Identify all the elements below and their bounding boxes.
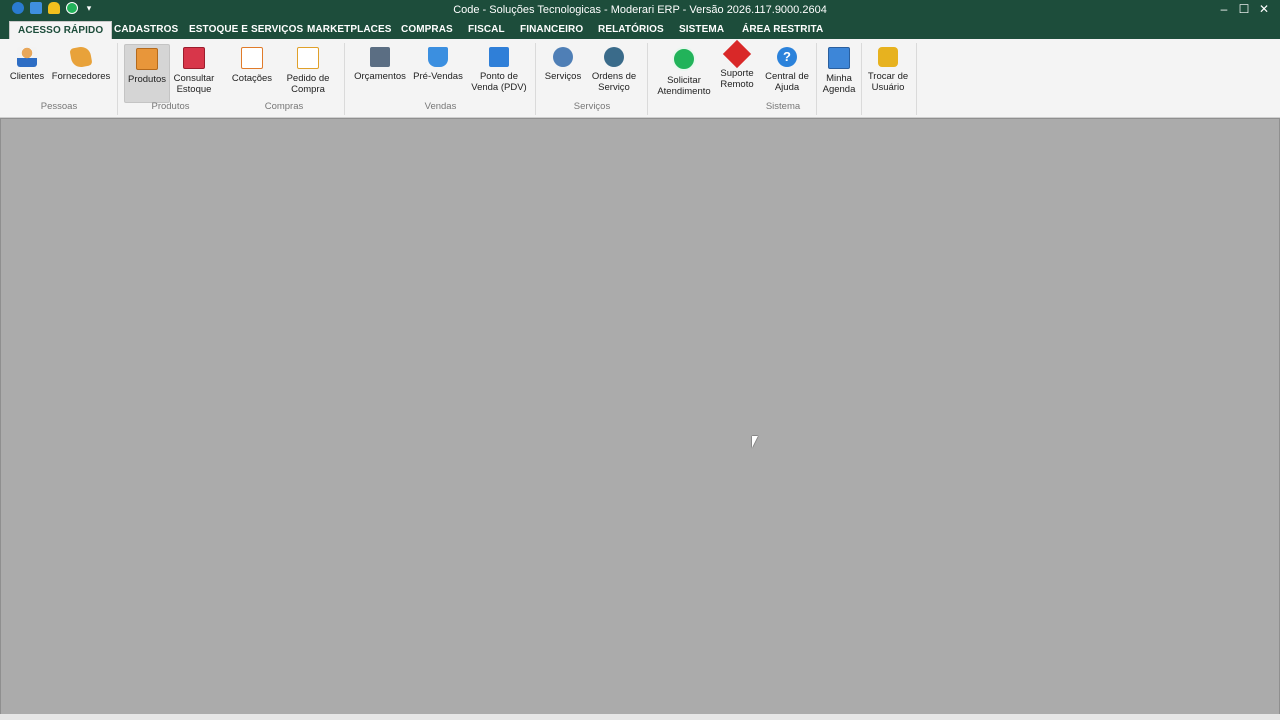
tab-sistema[interactable]: SISTEMA: [671, 21, 732, 39]
group-label-produtos: Produtos: [151, 101, 190, 112]
window-title: Code - Soluções Tecnologicas - Moderari …: [453, 4, 827, 16]
close-button[interactable]: ✕: [1258, 2, 1270, 16]
tab-acesso-rapido[interactable]: ACESSO RÁPIDO: [9, 21, 113, 40]
suporte-remoto-button[interactable]: Suporte Remoto: [716, 39, 758, 98]
tab-fiscal[interactable]: FISCAL: [460, 21, 513, 39]
group-label-pessoas: Pessoas: [40, 101, 78, 112]
maximize-button[interactable]: ☐: [1238, 2, 1250, 16]
mdi-workspace[interactable]: [0, 118, 1280, 716]
fornecedores-button[interactable]: Fornecedores: [50, 44, 112, 101]
produtos-button[interactable]: Produtos: [124, 44, 170, 103]
tab-financeiro[interactable]: FINANCEIRO: [512, 21, 591, 39]
minha-agenda-button[interactable]: Minha Agenda: [820, 44, 858, 101]
consultar-estoque-button[interactable]: Consultar Estoque: [170, 44, 218, 101]
tab-compras[interactable]: COMPRAS: [393, 21, 461, 39]
solicitar-atendimento-button[interactable]: Solicitar Atendimento: [655, 44, 713, 101]
cart-icon: [428, 47, 448, 67]
central-ajuda-button[interactable]: ? Central de Ajuda: [762, 44, 812, 101]
box-icon: [136, 48, 158, 70]
gears-icon: [553, 47, 573, 67]
remote-support-icon: [722, 39, 752, 69]
pedido-compra-button[interactable]: Pedido de Compra: [283, 44, 333, 101]
service-order-icon: [604, 47, 624, 67]
mouse-cursor-icon: [752, 436, 764, 448]
group-label-vendas: Vendas: [424, 101, 457, 112]
group-label-servicos: Serviços: [573, 101, 611, 112]
status-bar: [0, 714, 1280, 720]
whatsapp-icon: [672, 47, 696, 71]
group-label-compras: Compras: [264, 101, 304, 112]
cotacoes-button[interactable]: Cotações: [229, 44, 275, 101]
ribbon-panel: Clientes Fornecedores Pessoas Produtos C…: [0, 39, 1280, 118]
tab-estoque-servicos[interactable]: ESTOQUE E SERVIÇOS: [181, 21, 311, 39]
trocar-usuario-button[interactable]: Trocar de Usuário: [865, 44, 911, 101]
minimize-button[interactable]: –: [1218, 2, 1230, 16]
pdv-button[interactable]: Ponto de Venda (PDV): [470, 44, 528, 101]
title-bar: ▾ Code - Soluções Tecnologicas - Moderar…: [0, 0, 1280, 20]
group-label-sistema: Sistema: [765, 101, 801, 112]
tab-relatorios[interactable]: RELATÓRIOS: [590, 21, 672, 39]
ordens-servico-button[interactable]: Ordens de Serviço: [589, 44, 639, 101]
calendar-icon: [828, 47, 850, 69]
servicos-button[interactable]: Serviços: [543, 44, 583, 101]
orcamentos-button[interactable]: Orçamentos: [353, 44, 407, 101]
quote-list-icon: [241, 47, 263, 69]
tab-area-restrita[interactable]: ÁREA RESTRITA: [734, 21, 831, 39]
ribbon-tabs: ACESSO RÁPIDO CADASTROS ESTOQUE E SERVIÇ…: [0, 20, 1280, 40]
calculator-icon: [370, 47, 390, 67]
tab-cadastros[interactable]: CADASTROS: [106, 21, 186, 39]
pre-vendas-button[interactable]: Pré-Vendas: [412, 44, 464, 101]
handshake-icon: [69, 45, 93, 69]
tab-marketplaces[interactable]: MARKETPLACES: [299, 21, 400, 39]
stock-icon: [183, 47, 205, 69]
help-icon: ?: [777, 47, 797, 67]
pos-register-icon: [489, 47, 509, 67]
purchase-order-icon: [297, 47, 319, 69]
lock-icon: [878, 47, 898, 67]
group-divider: [916, 43, 917, 115]
clientes-button[interactable]: Clientes: [7, 44, 47, 101]
customer-icon: [17, 47, 37, 67]
